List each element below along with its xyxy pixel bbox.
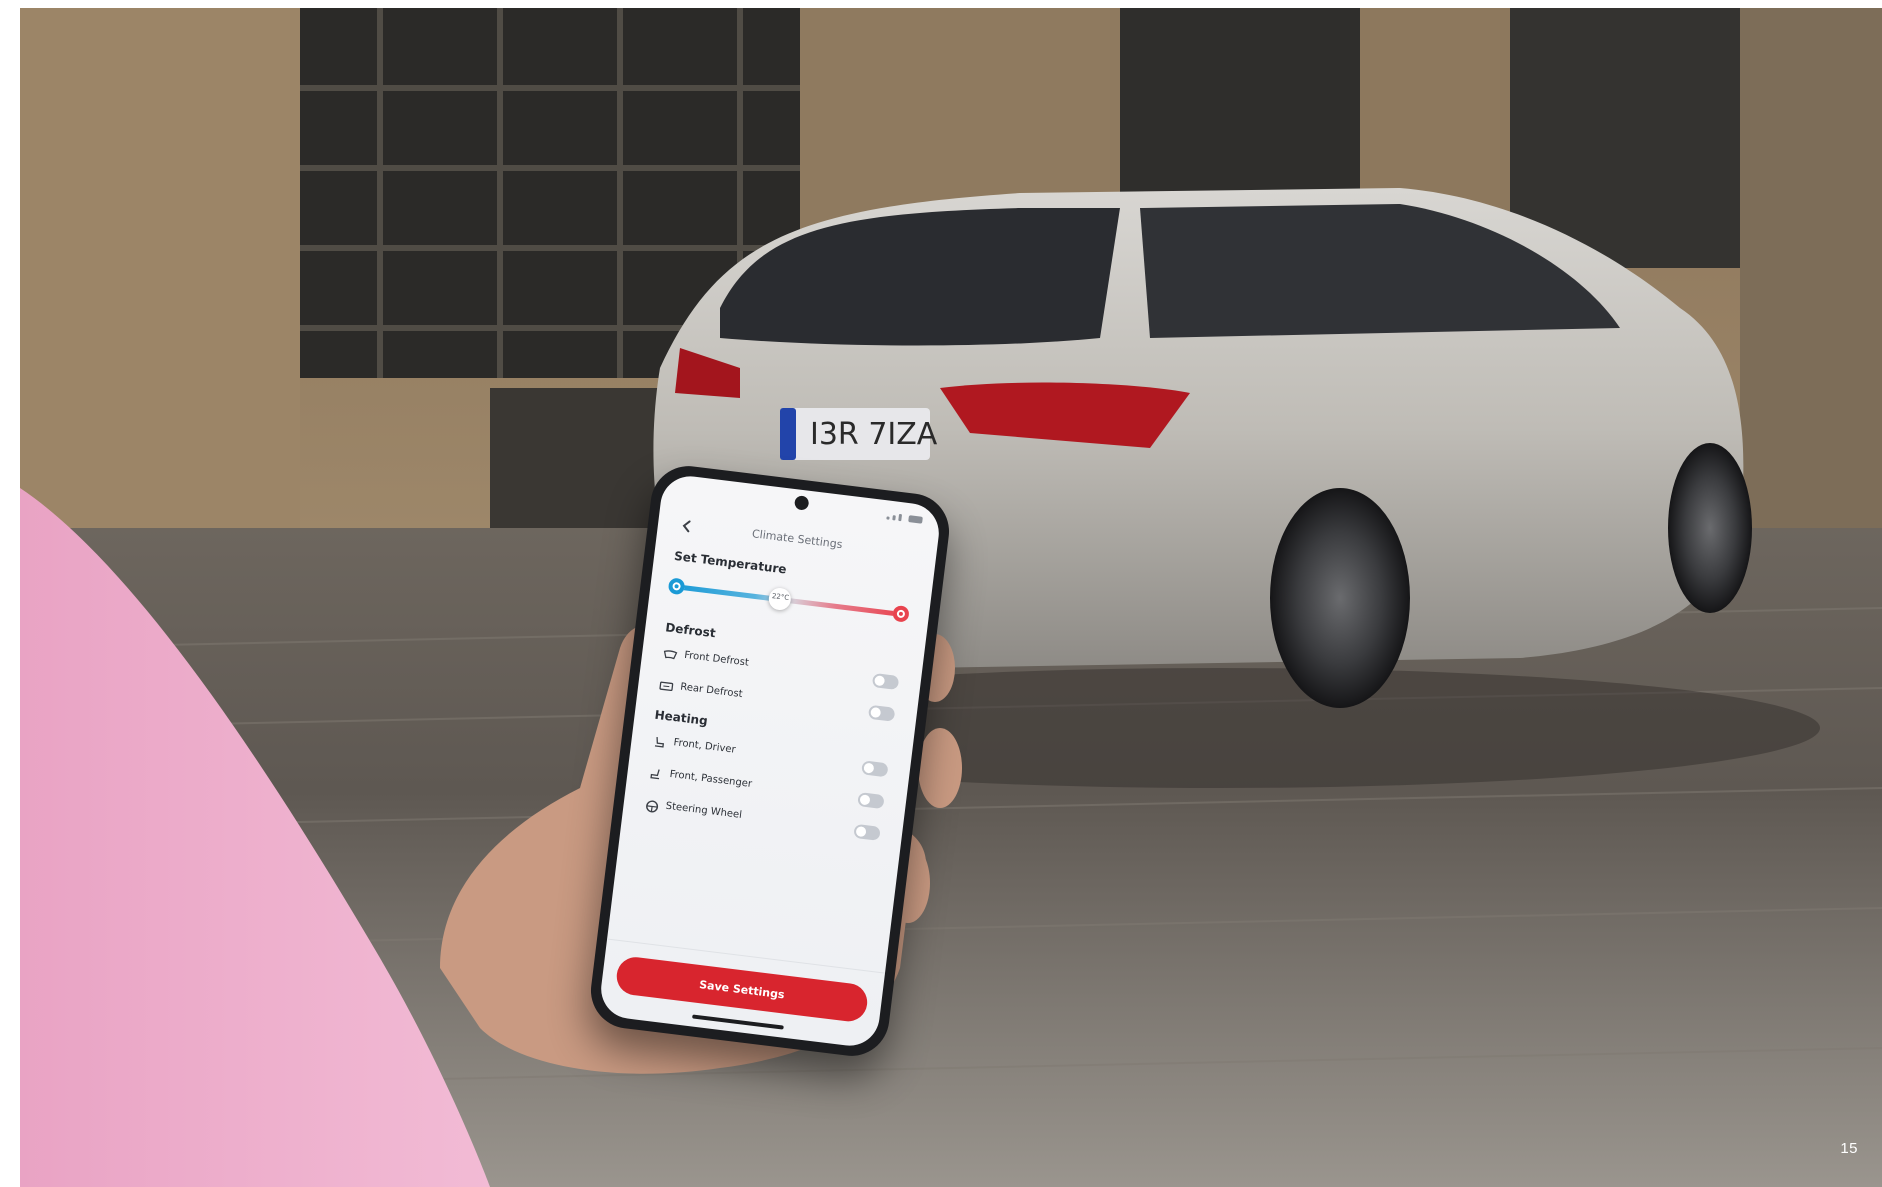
- hero-photo: I3R 7IZA Climate Settings Set Temperatur…: [20, 8, 1882, 1187]
- section-title-heating: Heating: [653, 707, 709, 729]
- toggle-steering-wheel[interactable]: [853, 823, 881, 841]
- camera-notch: [793, 495, 810, 511]
- toggle-knob: [859, 794, 871, 806]
- toggle-front-passenger[interactable]: [857, 792, 885, 810]
- toggle-front-defrost[interactable]: [871, 672, 900, 691]
- section-title-set-temperature: Set Temperature: [673, 548, 788, 577]
- home-indicator: [692, 1014, 784, 1030]
- temperature-slider[interactable]: 22°C: [667, 574, 910, 627]
- front-windshield-icon: [661, 646, 679, 664]
- toggle-rear-defrost[interactable]: [867, 704, 896, 722]
- seat-icon: [651, 733, 669, 751]
- signal-icon: [898, 513, 903, 522]
- setting-label-front-defrost: Front Defrost: [683, 649, 750, 669]
- toggle-knob: [855, 826, 867, 838]
- setting-label-front-driver: Front, Driver: [672, 737, 737, 756]
- toggle-knob: [870, 706, 882, 719]
- street-scene: I3R 7IZA: [20, 8, 1882, 1187]
- rear-window-icon: [657, 678, 675, 696]
- steering-wheel-icon: [643, 797, 661, 815]
- heat-icon: [891, 604, 910, 623]
- page-number: 15: [1840, 1140, 1858, 1157]
- setting-label-rear-defrost: Rear Defrost: [679, 681, 744, 701]
- status-bar: [886, 512, 923, 524]
- setting-label-steering-wheel: Steering Wheel: [665, 800, 743, 821]
- toggle-front-driver[interactable]: [861, 760, 889, 778]
- seat-icon: [647, 765, 665, 783]
- snowflake-icon: [667, 577, 686, 596]
- section-title-defrost: Defrost: [664, 620, 717, 641]
- signal-icon: [892, 515, 896, 521]
- toggle-knob: [863, 762, 875, 774]
- svg-text:I3R 7IZA: I3R 7IZA: [810, 417, 938, 452]
- setting-label-front-passenger: Front, Passenger: [668, 768, 753, 790]
- battery-icon: [908, 515, 923, 524]
- toggle-knob: [874, 675, 886, 687]
- phone-screen: Climate Settings Set Temperature 22°C De…: [597, 472, 943, 1050]
- signal-icon: [886, 516, 890, 520]
